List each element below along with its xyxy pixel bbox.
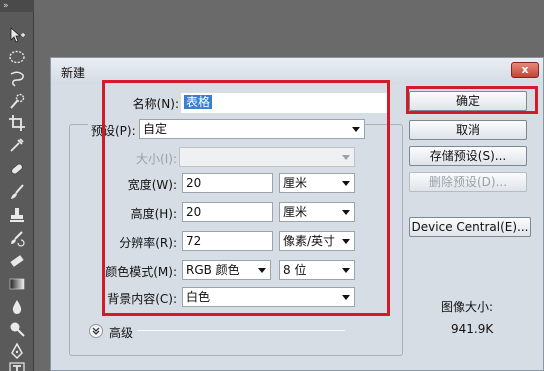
- advanced-divider: [137, 330, 345, 331]
- save-preset-button[interactable]: 存储预设(S)...: [409, 146, 527, 166]
- dodge-tool-icon[interactable]: [8, 320, 26, 338]
- resolution-unit-value: 像素/英寸: [283, 234, 336, 248]
- chevron-down-icon: [342, 181, 350, 186]
- height-label: 高度(H):: [130, 207, 177, 221]
- background-contents-value: 白色: [186, 290, 211, 304]
- move-tool-icon[interactable]: [8, 26, 26, 44]
- delete-preset-button[interactable]: 删除预设(D)...: [409, 172, 527, 192]
- bit-depth-value: 8 位: [283, 263, 307, 277]
- chevron-down-icon: [342, 210, 350, 215]
- width-label: 宽度(W):: [127, 178, 177, 192]
- resolution-input[interactable]: 72: [182, 231, 273, 251]
- image-size-label: 图像大小:: [441, 300, 494, 314]
- chevron-down-icon: [342, 295, 350, 300]
- width-unit-select[interactable]: 厘米: [279, 173, 355, 193]
- gradient-tool-icon[interactable]: [8, 275, 26, 293]
- size-select[interactable]: [179, 147, 355, 167]
- clone-stamp-tool-icon[interactable]: [8, 206, 26, 224]
- preset-label: 预设(P):: [88, 122, 139, 139]
- ok-button[interactable]: 确定: [409, 91, 527, 111]
- chevron-down-icon: [342, 155, 350, 160]
- dialog-title: 新建: [61, 66, 86, 80]
- advanced-label[interactable]: 高级: [109, 324, 133, 341]
- chevron-down-icon: [342, 239, 350, 244]
- advanced-expand-icon[interactable]: [89, 324, 103, 338]
- resolution-unit-select[interactable]: 像素/英寸: [279, 231, 355, 251]
- lasso-tool-icon[interactable]: [8, 70, 26, 88]
- pen-tool-icon[interactable]: [8, 342, 26, 360]
- chevron-down-icon: [352, 127, 360, 132]
- eraser-tool-icon[interactable]: [8, 252, 26, 270]
- cancel-button[interactable]: 取消: [409, 120, 527, 140]
- width-unit-value: 厘米: [283, 176, 308, 190]
- background-contents-select[interactable]: 白色: [182, 287, 355, 307]
- height-unit-select[interactable]: 厘米: [279, 202, 355, 222]
- width-input[interactable]: 20: [182, 173, 273, 193]
- color-mode-select[interactable]: RGB 颜色: [182, 260, 271, 280]
- chevron-down-icon: [258, 268, 266, 273]
- chevron-down-icon: [342, 268, 350, 273]
- blur-tool-icon[interactable]: [8, 298, 26, 316]
- name-label: 名称(N):: [132, 97, 179, 111]
- tools-panel: »: [0, 0, 34, 371]
- dialog-titlebar[interactable]: 新建 x: [51, 58, 543, 84]
- image-size-value: 941.9K: [451, 322, 494, 336]
- panel-collapse-grip[interactable]: »: [0, 0, 34, 12]
- marquee-tool-icon[interactable]: [8, 48, 26, 66]
- name-input-value: 表格: [184, 95, 213, 109]
- crop-tool-icon[interactable]: [8, 114, 26, 132]
- height-input[interactable]: 20: [182, 202, 273, 222]
- quick-selection-tool-icon[interactable]: [8, 92, 26, 110]
- height-unit-value: 厘米: [283, 205, 308, 219]
- brush-tool-icon[interactable]: [8, 183, 26, 201]
- eyedropper-tool-icon[interactable]: [8, 136, 26, 154]
- resolution-label: 分辨率(R):: [119, 236, 177, 250]
- history-brush-tool-icon[interactable]: [8, 229, 26, 247]
- color-mode-value: RGB 颜色: [186, 263, 240, 277]
- new-document-dialog: 新建 x 名称(N): 表格 预设(P): 自定 大小(I): 宽度(W): 2…: [50, 57, 544, 371]
- close-button[interactable]: x: [511, 62, 539, 78]
- type-tool-icon[interactable]: [8, 362, 26, 371]
- color-mode-label: 颜色模式(M):: [105, 265, 177, 279]
- healing-brush-tool-icon[interactable]: [8, 160, 26, 178]
- name-input[interactable]: 表格: [181, 93, 389, 113]
- size-label: 大小(I):: [136, 152, 177, 166]
- device-central-button[interactable]: Device Central(E)...: [409, 217, 531, 237]
- preset-select[interactable]: 自定: [139, 119, 365, 139]
- background-contents-label: 背景内容(C):: [107, 292, 177, 306]
- preset-value: 自定: [143, 122, 168, 136]
- bit-depth-select[interactable]: 8 位: [279, 260, 355, 280]
